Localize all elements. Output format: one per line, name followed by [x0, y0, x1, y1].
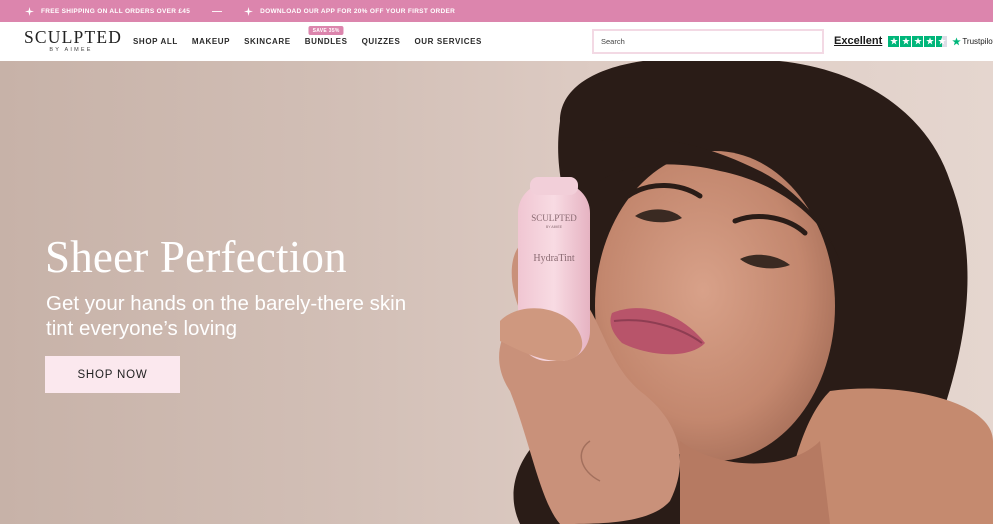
save-badge: SAVE 35%: [308, 26, 344, 35]
main-nav: SCULPTED BY AIMEE SHOP ALL MAKEUP SKINCA…: [0, 22, 993, 61]
nav-item-shop-all[interactable]: SHOP ALL: [133, 37, 178, 46]
nav-menu: SHOP ALL MAKEUP SKINCARE SAVE 35% BUNDLE…: [133, 26, 496, 46]
trustpilot-brand-text: Trustpilot: [962, 36, 993, 46]
promo-text: DOWNLOAD OUR APP FOR 20% OFF YOUR FIRST …: [260, 7, 456, 15]
promo-text: FREE SHIPPING ON ALL ORDERS OVER £45: [41, 7, 191, 15]
site-logo[interactable]: SCULPTED BY AIMEE: [24, 27, 123, 54]
hero-subtitle: Get your hands on the barely-there skin …: [46, 292, 407, 340]
shop-now-button[interactable]: SHOP NOW: [45, 356, 180, 393]
nav-item-makeup[interactable]: MAKEUP: [192, 37, 230, 46]
star-icon: [900, 35, 912, 47]
hero-title: Sheer Perfection: [45, 232, 347, 282]
nav-item-label: BUNDLES: [304, 37, 348, 46]
star-icon: [924, 35, 936, 47]
nav-item-label: OUR SERVICES: [414, 37, 482, 46]
search-input[interactable]: [592, 29, 824, 54]
nav-item-label: SKINCARE: [244, 37, 291, 46]
sparkle-icon: [25, 6, 34, 16]
hero-banner[interactable]: SCULPTED BY AIMEE HydraTint Sheer Perfec…: [0, 61, 993, 524]
star-icon: [888, 35, 900, 47]
promo-bar: FREE SHIPPING ON ALL ORDERS OVER £45 DOW…: [0, 0, 993, 22]
logo-subtitle: BY AIMEE: [49, 47, 93, 53]
nav-item-label: MAKEUP: [191, 37, 231, 46]
sparkle-icon: [244, 6, 254, 16]
nav-item-label: QUIZZES: [361, 37, 401, 46]
logo-wordmark: SCULPTED: [24, 27, 123, 47]
star-icon: [912, 35, 924, 47]
bottle-brand-sub-text: BY AIMEE: [546, 225, 563, 229]
trustpilot-widget[interactable]: Excellent Trustpilot: [834, 35, 993, 47]
promo-divider: [212, 10, 223, 12]
nav-item-label: SHOP ALL: [133, 37, 178, 46]
bottle-product-name: HydraTint: [533, 253, 575, 264]
nav-item-bundles[interactable]: SAVE 35% BUNDLES: [304, 26, 348, 46]
nav-item-quizzes[interactable]: QUIZZES: [362, 37, 401, 46]
bottle-brand-text: SCULPTED: [531, 213, 577, 223]
trustpilot-rating-word: Excellent: [834, 35, 883, 47]
star-half-icon: [936, 35, 948, 47]
trustpilot-stars: [888, 35, 948, 47]
nav-item-skincare[interactable]: SKINCARE: [244, 37, 291, 46]
promo-shipping[interactable]: FREE SHIPPING ON ALL ORDERS OVER £45: [25, 6, 191, 16]
trustpilot-star-icon: [952, 36, 962, 45]
nav-item-our-services[interactable]: OUR SERVICES: [414, 37, 482, 46]
promo-app[interactable]: DOWNLOAD OUR APP FOR 20% OFF YOUR FIRST …: [244, 6, 456, 16]
trustpilot-logo: Trustpilot: [952, 37, 993, 46]
